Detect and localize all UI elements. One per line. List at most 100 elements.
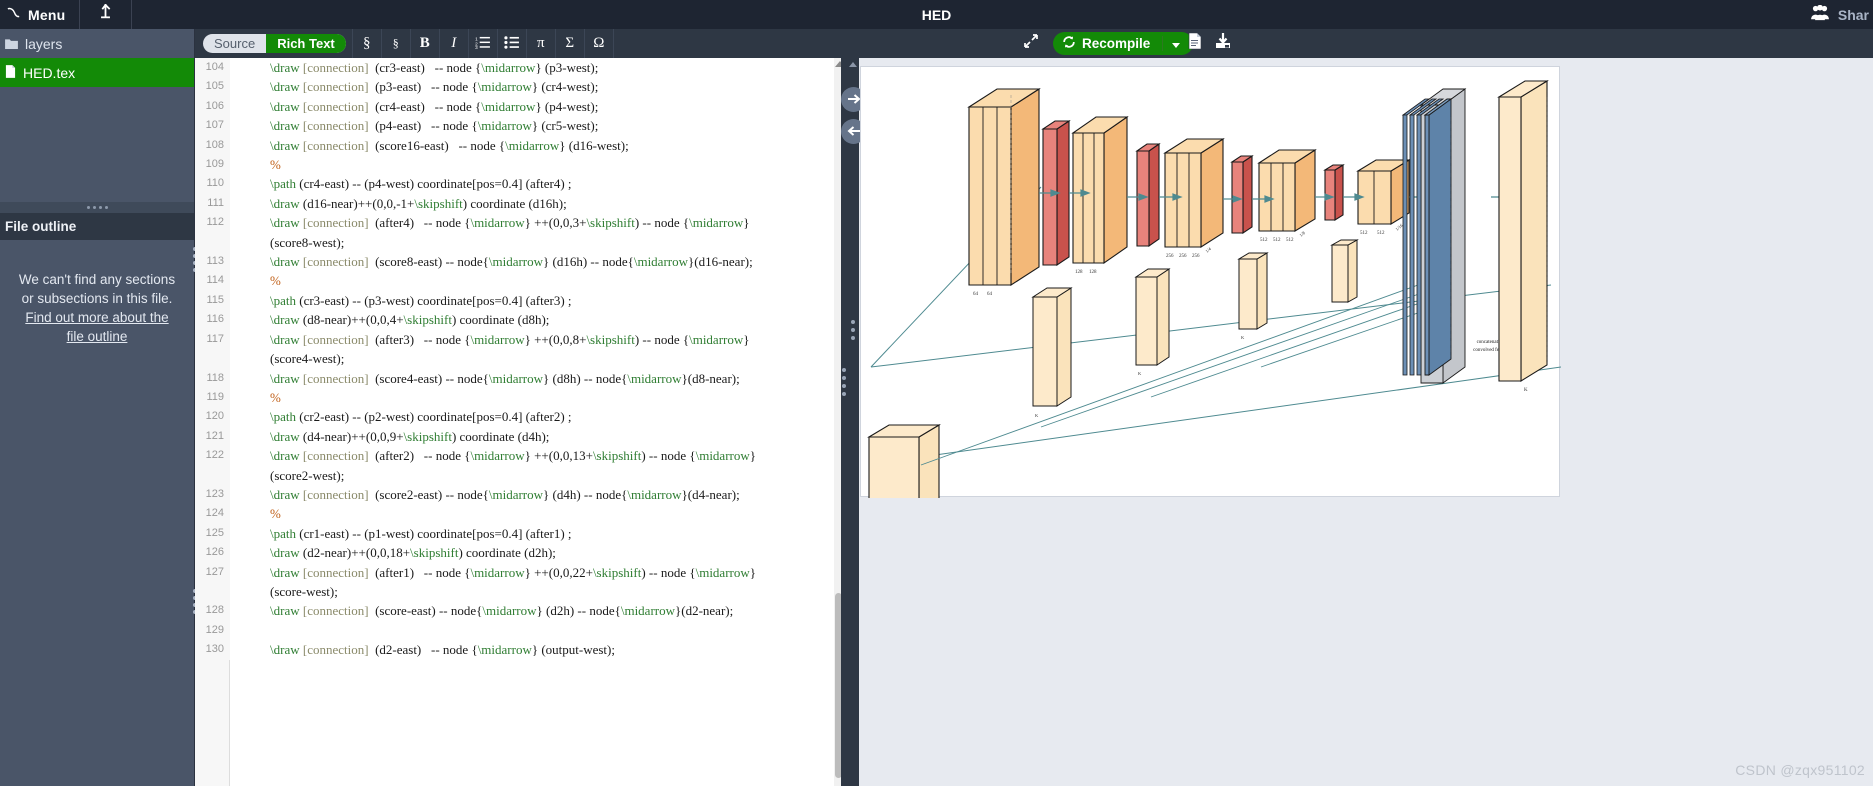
pdf-preview-pane[interactable]: K 64 64 bbox=[841, 58, 1873, 786]
code-text[interactable]: \draw (d4-near)++(0,0,9+\skipshift) coor… bbox=[230, 427, 549, 446]
code-line[interactable]: 122 \draw [connection] (after2) -- node {… bbox=[195, 446, 848, 485]
section-button[interactable]: § bbox=[351, 29, 381, 58]
download-pdf-button[interactable] bbox=[1209, 29, 1237, 58]
code-line[interactable]: 121 \draw (d4-near)++(0,0,9+\skipshift) c… bbox=[195, 426, 848, 447]
code-token: (cr1-east) -- (p1-west) coordinate[pos=0… bbox=[299, 525, 572, 541]
code-text[interactable]: % bbox=[230, 388, 281, 407]
code-token: \path bbox=[270, 409, 300, 425]
code-line[interactable]: 116 \draw (d8-near)++(0,0,4+\skipshift) c… bbox=[195, 310, 848, 330]
code-line[interactable]: 125 \path (cr1-east) -- (p1-west) coordin… bbox=[195, 523, 848, 544]
code-text[interactable]: \path (cr1-east) -- (p1-west) coordinate… bbox=[230, 524, 572, 543]
sidebar-resize-handle[interactable] bbox=[0, 202, 194, 213]
code-token: \midarrow bbox=[695, 564, 750, 580]
code-token: [connection] bbox=[302, 215, 369, 231]
code-text[interactable]: \draw [connection] (after4) -- node {\mi… bbox=[230, 213, 750, 252]
file-outline-header[interactable]: File outline bbox=[0, 213, 194, 240]
logs-button[interactable] bbox=[1181, 29, 1209, 58]
line-number: 126 bbox=[195, 543, 230, 563]
code-text[interactable]: \draw [connection] (score4-east) -- node… bbox=[230, 369, 740, 388]
code-text[interactable]: \draw (d2-near)++(0,0,18+\skipshift) coo… bbox=[230, 543, 556, 562]
code-line[interactable]: 110 \path (cr4-east) -- (p4-west) coordin… bbox=[195, 174, 848, 194]
people-icon bbox=[1809, 4, 1831, 24]
menu-button[interactable]: Menu bbox=[0, 0, 81, 29]
svg-text:K: K bbox=[1524, 388, 1528, 393]
code-text[interactable]: \path (cr4-east) -- (p4-west) coordinate… bbox=[230, 174, 572, 193]
pdf-scroll-up-caret-icon[interactable] bbox=[849, 62, 857, 67]
code-line[interactable]: 129 bbox=[195, 620, 848, 641]
pane-divider[interactable] bbox=[841, 58, 848, 786]
code-text[interactable]: \draw [connection] (score-east) -- node{… bbox=[230, 601, 733, 620]
code-line[interactable]: 105 \draw [connection] (p3-east) -- node … bbox=[195, 77, 848, 97]
share-button[interactable]: Shar bbox=[1809, 0, 1873, 29]
bullet-list-button[interactable] bbox=[496, 29, 526, 58]
code-text[interactable]: \path (cr3-east) -- (p3-west) coordinate… bbox=[230, 291, 572, 310]
code-text[interactable]: % bbox=[230, 271, 281, 290]
code-line[interactable]: 130 \draw [connection] (d2-east) -- node … bbox=[195, 640, 848, 660]
code-line[interactable]: 108 \draw [connection] (score16-east) -- … bbox=[195, 135, 848, 156]
code-line[interactable]: 118 \draw [connection] (score4-east) -- n… bbox=[195, 368, 848, 388]
code-line[interactable]: 117 \draw [connection] (after3) -- node {… bbox=[195, 329, 848, 369]
upload-button[interactable] bbox=[80, 0, 133, 29]
file-tree-item-hed-tex[interactable]: HED.tex bbox=[0, 58, 194, 87]
code-text[interactable]: % bbox=[230, 504, 281, 523]
code-text[interactable]: \draw [connection] (after2) -- node {\mi… bbox=[230, 446, 756, 485]
code-text[interactable]: \draw [connection] (p3-east) -- node {\m… bbox=[230, 77, 598, 96]
code-line[interactable]: 115 \path (cr3-east) -- (p3-west) coordin… bbox=[195, 290, 848, 311]
file-tree-item-layers[interactable]: layers bbox=[0, 29, 194, 58]
code-line[interactable]: 128 \draw [connection] (score-east) -- no… bbox=[195, 601, 848, 621]
code-line[interactable]: 114% bbox=[195, 271, 848, 291]
file-outline-title: File outline bbox=[5, 219, 77, 234]
code-text[interactable]: \draw [connection] (score2-east) -- node… bbox=[230, 485, 740, 504]
code-line[interactable]: 104 \draw [connection] (cr3-east) -- node… bbox=[195, 58, 848, 78]
symbol-button[interactable]: Ω bbox=[583, 29, 613, 58]
tab-rich-text[interactable]: Rich Text bbox=[266, 34, 346, 53]
code-text[interactable]: \draw [connection] (p4-east) -- node {\m… bbox=[230, 116, 598, 135]
code-text[interactable]: \draw [connection] (cr3-east) -- node {\… bbox=[230, 58, 598, 77]
inline-math-button[interactable]: π bbox=[525, 29, 555, 58]
code-text[interactable] bbox=[230, 621, 270, 640]
code-line[interactable]: 111 \draw (d16-near)++(0,0,-1+\skipshift)… bbox=[195, 193, 848, 214]
code-lines-container[interactable]: 104 \draw [connection] (cr3-east) -- node… bbox=[195, 58, 848, 660]
code-line[interactable]: 106 \draw [connection] (cr4-east) -- node… bbox=[195, 96, 848, 117]
divider-grip-dots[interactable] bbox=[842, 368, 846, 396]
code-token: \midarrow bbox=[689, 331, 744, 347]
code-token: \midarrow bbox=[627, 486, 682, 502]
code-text[interactable]: \draw [connection] (cr4-east) -- node {\… bbox=[230, 97, 598, 116]
pdf-divider-dots[interactable] bbox=[851, 320, 855, 340]
bold-button[interactable]: B bbox=[409, 29, 439, 58]
code-line[interactable]: 120 \path (cr2-east) -- (p2-west) coordin… bbox=[195, 407, 848, 427]
code-text[interactable]: \draw [connection] (score8-east) -- node… bbox=[230, 252, 753, 271]
code-text[interactable]: \path (cr2-east) -- (p2-west) coordinate… bbox=[230, 407, 572, 426]
display-math-button[interactable]: Σ bbox=[554, 29, 584, 58]
recompile-button[interactable]: Recompile bbox=[1053, 32, 1194, 55]
expand-button[interactable] bbox=[1016, 29, 1045, 58]
code-text[interactable]: \draw (d8-near)++(0,0,4+\skipshift) coor… bbox=[230, 310, 549, 329]
bold-icon: B bbox=[419, 35, 430, 51]
code-text[interactable]: \draw (d16-near)++(0,0,-1+\skipshift) co… bbox=[230, 194, 567, 213]
code-line[interactable]: 123 \draw [connection] (score2-east) -- n… bbox=[195, 484, 848, 505]
code-editor[interactable]: 104 \draw [connection] (cr3-east) -- node… bbox=[195, 58, 848, 786]
code-text[interactable]: \draw [connection] (after3) -- node {\mi… bbox=[230, 330, 750, 369]
code-line[interactable]: 109% bbox=[195, 155, 848, 175]
numbered-list-button[interactable]: 123 bbox=[467, 29, 497, 58]
code-text[interactable]: \draw [connection] (after1) -- node {\mi… bbox=[230, 563, 756, 602]
file-outline-help-link[interactable]: Find out more about the file outline bbox=[25, 310, 168, 344]
code-text[interactable]: \draw [connection] (d2-east) -- node {\m… bbox=[230, 640, 615, 659]
code-token: [connection] bbox=[302, 118, 369, 134]
subsection-button[interactable]: § bbox=[380, 29, 410, 58]
code-token: } (cr5-west); bbox=[531, 118, 599, 134]
editor-mode-switch[interactable]: Source Rich Text bbox=[203, 34, 346, 53]
pdf-page[interactable]: K 64 64 bbox=[860, 66, 1561, 498]
tab-source[interactable]: Source bbox=[203, 34, 266, 53]
code-token: ) coordinate (d8h); bbox=[451, 312, 550, 328]
code-line[interactable]: 119% bbox=[195, 387, 848, 408]
code-line[interactable]: 127 \draw [connection] (after1) -- node {… bbox=[195, 562, 848, 602]
code-text[interactable]: \draw [connection] (score16-east) -- nod… bbox=[230, 136, 629, 155]
code-text[interactable]: % bbox=[230, 155, 281, 174]
code-line[interactable]: 112 \draw [connection] (after4) -- node {… bbox=[195, 213, 848, 253]
code-line[interactable]: 126 \draw (d2-near)++(0,0,18+\skipshift) … bbox=[195, 543, 848, 563]
code-line[interactable]: 113 \draw [connection] (score8-east) -- n… bbox=[195, 252, 848, 272]
italic-button[interactable]: I bbox=[438, 29, 468, 58]
code-line[interactable]: 107 \draw [connection] (p4-east) -- node … bbox=[195, 116, 848, 136]
code-line[interactable]: 124% bbox=[195, 504, 848, 524]
